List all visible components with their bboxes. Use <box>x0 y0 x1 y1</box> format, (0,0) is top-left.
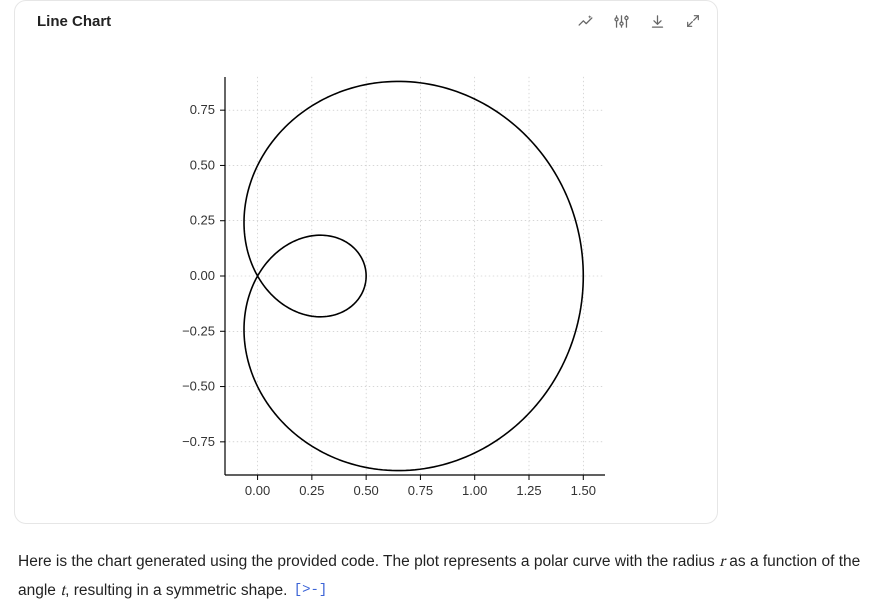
svg-text:0.75: 0.75 <box>190 102 215 117</box>
caption-text-1: Here is the chart generated using the pr… <box>18 553 719 570</box>
card-header: Line Chart <box>15 1 717 49</box>
svg-text:0.25: 0.25 <box>299 483 324 498</box>
svg-text:0.25: 0.25 <box>190 213 215 228</box>
caption: Here is the chart generated using the pr… <box>18 548 868 605</box>
svg-text:1.25: 1.25 <box>516 483 541 498</box>
chart-card: Line Chart <box>14 0 718 524</box>
code-reference-pill[interactable]: [>-] <box>292 578 330 604</box>
settings-sliders-icon[interactable] <box>611 11 631 31</box>
svg-text:1.50: 1.50 <box>571 483 596 498</box>
svg-text:−0.25: −0.25 <box>182 323 215 338</box>
download-icon[interactable] <box>647 11 667 31</box>
plot-area: 0.00 0.25 0.50 0.75 1.00 1.25 1.50 −0.75 −0.50 −0… <box>15 49 719 521</box>
svg-text:−0.50: −0.50 <box>182 379 215 394</box>
plot-svg: 0.00 0.25 0.50 0.75 1.00 1.25 1.50 −0.75 −0.50 −0… <box>15 49 719 521</box>
svg-text:0.50: 0.50 <box>190 157 215 172</box>
svg-text:0.00: 0.00 <box>190 268 215 283</box>
svg-text:1.00: 1.00 <box>462 483 487 498</box>
svg-text:0.50: 0.50 <box>353 483 378 498</box>
card-toolbar <box>575 11 703 31</box>
svg-text:0.75: 0.75 <box>408 483 433 498</box>
card-title: Line Chart <box>37 13 111 30</box>
svg-text:−0.75: −0.75 <box>182 434 215 449</box>
auto-graph-icon[interactable] <box>575 11 595 31</box>
svg-text:0.00: 0.00 <box>245 483 270 498</box>
expand-icon[interactable] <box>683 11 703 31</box>
caption-text-3: , resulting in a symmetric shape. <box>65 582 292 599</box>
